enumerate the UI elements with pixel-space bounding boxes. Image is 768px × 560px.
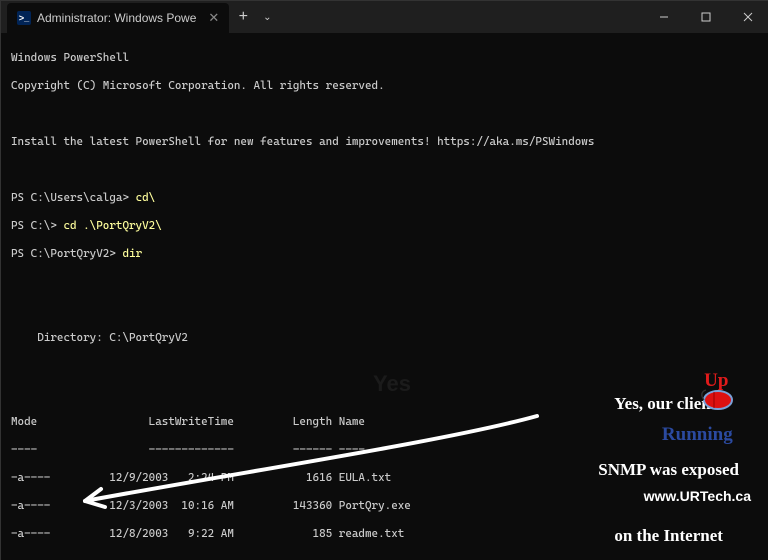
tab-powershell[interactable]: >_ Administrator: Windows Powe ✕ — [7, 3, 229, 33]
banner-line: Copyright (C) Microsoft Corporation. All… — [11, 79, 759, 93]
tab-close-icon[interactable]: ✕ — [208, 10, 219, 26]
watermark: Up Running www.URTech.ca — [644, 329, 751, 531]
brand-logo: Up Running — [644, 357, 751, 459]
prompt-line: PS C:\> cd .\PortQryV2\ — [11, 219, 759, 233]
banner-line: Windows PowerShell — [11, 51, 759, 65]
minimize-button[interactable] — [643, 1, 685, 33]
banner-line: Install the latest PowerShell for new fe… — [11, 135, 759, 149]
maximize-button[interactable] — [685, 1, 727, 33]
tab-title: Administrator: Windows Powe — [37, 11, 196, 25]
brand-url: www.URTech.ca — [644, 489, 751, 503]
terminal-window: >_ Administrator: Windows Powe ✕ + ⌄ Win… — [0, 0, 768, 560]
mouse-icon — [700, 389, 734, 411]
prompt-line: PS C:\Users\calga> cd\ — [11, 191, 759, 205]
powershell-icon: >_ — [17, 11, 31, 25]
close-button[interactable] — [727, 1, 768, 33]
titlebar: >_ Administrator: Windows Powe ✕ + ⌄ — [1, 1, 768, 33]
new-tab-button[interactable]: + — [229, 8, 257, 26]
ghost-text: Yes — [373, 377, 411, 391]
prompt-line: PS C:\PortQryV2> dir — [11, 247, 759, 261]
tab-dropdown-button[interactable]: ⌄ — [257, 12, 277, 23]
terminal-body[interactable]: Windows PowerShell Copyright (C) Microso… — [1, 33, 768, 560]
